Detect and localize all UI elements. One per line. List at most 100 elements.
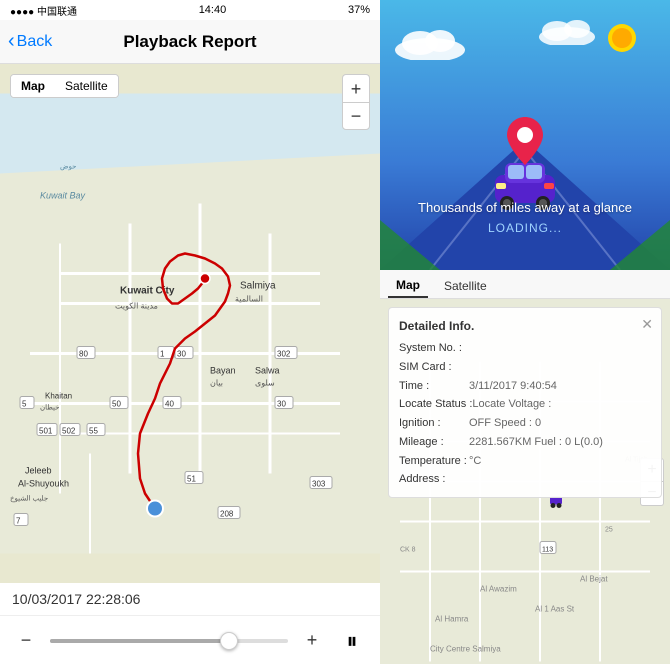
detail-field-key: Temperature : bbox=[399, 452, 469, 471]
illustration-tagline: Thousands of miles away at a glance bbox=[418, 200, 632, 215]
svg-text:Bayan: Bayan bbox=[210, 366, 236, 376]
svg-text:خيطان: خيطان bbox=[40, 404, 59, 412]
svg-text:51: 51 bbox=[187, 475, 196, 484]
detail-field-value: °C bbox=[469, 452, 481, 471]
volume-down-button[interactable]: − bbox=[12, 627, 40, 655]
progress-fill bbox=[50, 639, 229, 643]
detail-rows: System No. :SIM Card :Time :3/11/2017 9:… bbox=[399, 339, 651, 489]
svg-text:50: 50 bbox=[112, 400, 121, 409]
svg-text:113: 113 bbox=[542, 547, 553, 554]
detail-field-row: SIM Card : bbox=[399, 358, 651, 377]
pause-button[interactable]: ⏸ bbox=[336, 625, 368, 657]
progress-bar[interactable] bbox=[50, 639, 288, 643]
svg-text:Salmiya: Salmiya bbox=[240, 281, 276, 292]
svg-text:30: 30 bbox=[277, 400, 286, 409]
detail-field-key: Mileage : bbox=[399, 433, 469, 452]
detail-field-value: 2281.567KM Fuel : 0 L(0.0) bbox=[469, 433, 603, 452]
detail-field-row: Locate Status :Locate Voltage : bbox=[399, 395, 651, 414]
svg-text:5: 5 bbox=[22, 400, 27, 409]
detail-field-key: Time : bbox=[399, 377, 469, 396]
map-svg: Kuwait Bay حوض Kuwait City مدينة الكويت … bbox=[0, 64, 380, 583]
right-panel: Thousands of miles away at a glance LOAD… bbox=[380, 0, 670, 665]
location-pin-icon bbox=[507, 117, 543, 165]
battery-indicator: 37% bbox=[348, 4, 370, 16]
header: ‹ Back Playback Report bbox=[0, 20, 380, 64]
volume-up-button[interactable]: + bbox=[298, 627, 326, 655]
info-satellite-button[interactable]: Satellite bbox=[436, 274, 495, 298]
playback-controls: − + ⏸ bbox=[0, 615, 380, 665]
svg-text:Khaitan: Khaitan bbox=[45, 392, 72, 401]
status-bar: ●●●● 中国联通 14:40 37% bbox=[0, 0, 380, 20]
detail-field-key: System No. : bbox=[399, 339, 469, 358]
detail-field-row: Mileage :2281.567KM Fuel : 0 L(0.0) bbox=[399, 433, 651, 452]
detail-info-card: Detailed Info. ✕ System No. :SIM Card :T… bbox=[388, 307, 662, 498]
detail-close-button[interactable]: ✕ bbox=[641, 313, 653, 337]
info-map-button[interactable]: Map bbox=[388, 274, 428, 298]
svg-text:Al Awazim: Al Awazim bbox=[480, 585, 517, 594]
detail-field-value: 3/11/2017 9:40:54 bbox=[469, 377, 557, 396]
sun-icon bbox=[602, 18, 642, 58]
map-container: Map Satellite + − Kuwait Bay bbox=[0, 64, 380, 583]
cloud2-illustration bbox=[535, 15, 600, 45]
loading-text: LOADING... bbox=[488, 221, 562, 235]
svg-text:302: 302 bbox=[277, 350, 291, 359]
map-toggle-satellite[interactable]: Satellite bbox=[55, 75, 118, 97]
back-label: Back bbox=[17, 33, 53, 51]
svg-text:السالمية: السالمية bbox=[235, 295, 263, 304]
svg-text:Al Hamra: Al Hamra bbox=[435, 615, 469, 624]
svg-text:Kuwait Bay: Kuwait Bay bbox=[40, 191, 86, 201]
detail-card-title: Detailed Info. bbox=[399, 316, 651, 336]
svg-text:Salwa: Salwa bbox=[255, 366, 280, 376]
signal-indicator: ●●●● 中国联通 bbox=[10, 3, 77, 18]
svg-text:1: 1 bbox=[160, 350, 165, 359]
svg-text:Al-Shuyoukh: Al-Shuyoukh bbox=[18, 479, 69, 489]
detail-field-value: OFF Speed : 0 bbox=[469, 414, 541, 433]
svg-text:208: 208 bbox=[220, 510, 234, 519]
svg-text:40: 40 bbox=[165, 400, 174, 409]
svg-text:CK 8: CK 8 bbox=[400, 547, 416, 554]
svg-text:7: 7 bbox=[16, 517, 21, 526]
page-title: Playback Report bbox=[123, 32, 256, 52]
svg-text:55: 55 bbox=[89, 427, 98, 436]
detail-field-row: Address : bbox=[399, 470, 651, 489]
detail-field-row: Ignition :OFF Speed : 0 bbox=[399, 414, 651, 433]
svg-text:502: 502 bbox=[62, 427, 76, 436]
detail-field-key: Address : bbox=[399, 470, 469, 489]
info-panel: Map Satellite Al Hamra Al Awazim Al 1 Aa… bbox=[380, 270, 670, 665]
svg-text:25: 25 bbox=[605, 527, 613, 534]
svg-text:80: 80 bbox=[79, 350, 88, 359]
clouds-illustration bbox=[390, 25, 470, 60]
svg-text:501: 501 bbox=[39, 427, 53, 436]
svg-text:مدينة الكويت: مدينة الكويت bbox=[115, 302, 158, 311]
detail-field-row: System No. : bbox=[399, 339, 651, 358]
map-toggle-map[interactable]: Map bbox=[11, 75, 55, 97]
detail-field-value: Locate Voltage : bbox=[472, 395, 551, 414]
progress-thumb[interactable] bbox=[220, 632, 238, 650]
svg-text:30: 30 bbox=[177, 350, 186, 359]
svg-text:سلوى: سلوى bbox=[255, 379, 275, 388]
zoom-out-button[interactable]: − bbox=[342, 102, 370, 130]
time-display: 14:40 bbox=[199, 4, 227, 16]
svg-text:City Centre Salmiya: City Centre Salmiya bbox=[430, 645, 501, 654]
svg-text:حوض: حوض bbox=[60, 164, 76, 171]
zoom-controls: + − bbox=[342, 74, 370, 130]
svg-text:303: 303 bbox=[312, 480, 326, 489]
info-map-toggle: Map Satellite bbox=[380, 270, 670, 299]
left-panel: ●●●● 中国联通 14:40 37% ‹ Back Playback Repo… bbox=[0, 0, 380, 665]
detail-field-key: Locate Status : bbox=[399, 395, 472, 414]
back-button[interactable]: ‹ Back bbox=[8, 30, 52, 53]
svg-text:Al Bejat: Al Bejat bbox=[580, 575, 608, 584]
detail-field-key: Ignition : bbox=[399, 414, 469, 433]
svg-text:جليب الشيوخ: جليب الشيوخ bbox=[10, 495, 48, 503]
svg-text:Jeleeb: Jeleeb bbox=[25, 466, 52, 476]
illustration-area: Thousands of miles away at a glance LOAD… bbox=[380, 0, 670, 270]
detail-field-row: Temperature :°C bbox=[399, 452, 651, 471]
timestamp: 10/03/2017 22:28:06 bbox=[0, 583, 380, 615]
info-map-area: Al Hamra Al Awazim Al 1 Aas St Al Bejat … bbox=[380, 299, 670, 664]
detail-field-row: Time :3/11/2017 9:40:54 bbox=[399, 377, 651, 396]
zoom-in-button[interactable]: + bbox=[342, 74, 370, 102]
svg-text:Al 1 Aas St: Al 1 Aas St bbox=[535, 605, 575, 614]
map-view-toggle: Map Satellite bbox=[10, 74, 119, 98]
back-chevron-icon: ‹ bbox=[8, 30, 15, 53]
svg-text:بيان: بيان bbox=[210, 379, 223, 388]
